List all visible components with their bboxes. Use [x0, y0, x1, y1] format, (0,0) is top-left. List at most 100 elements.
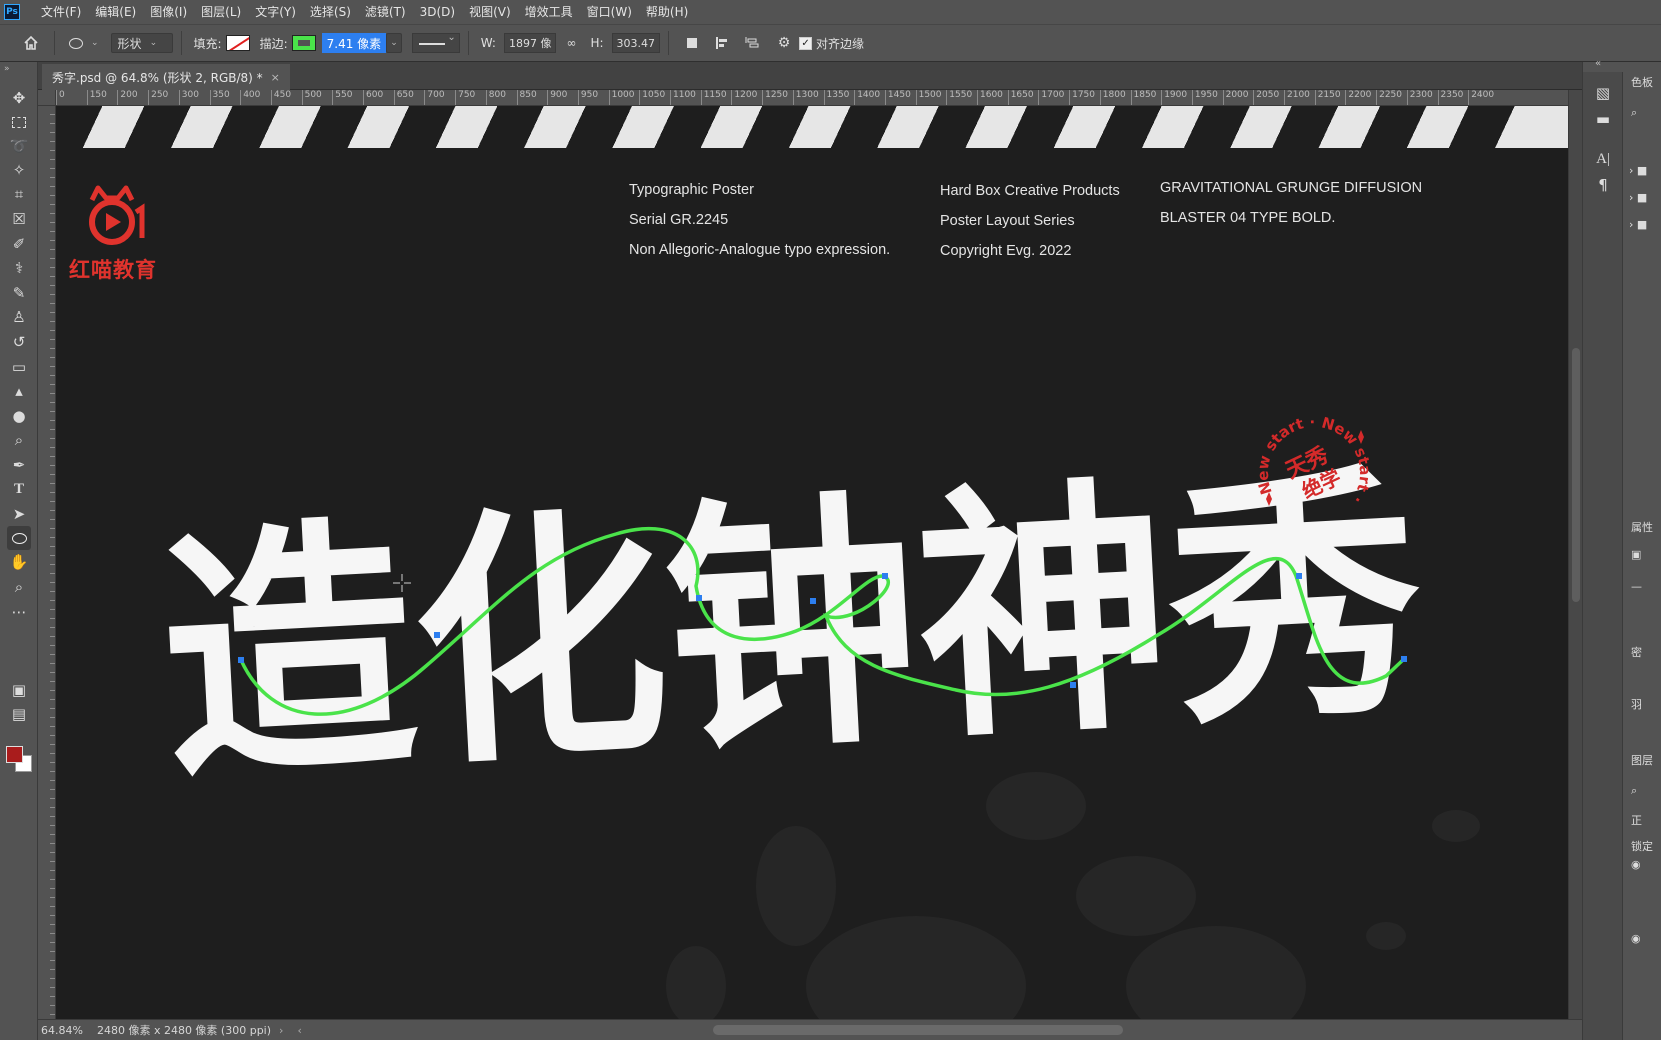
menu-item[interactable]: 图像(I) — [143, 0, 194, 24]
chevron-right-icon[interactable]: › ■ — [1629, 218, 1647, 231]
ruler-tick-label: 2100 — [1284, 90, 1310, 105]
dodge-tool-icon[interactable]: ⌕ — [7, 428, 31, 452]
menu-item[interactable]: 3D(D) — [413, 0, 462, 24]
eyedropper-tool-icon[interactable]: ✐ — [7, 232, 31, 256]
swatches-panel-label[interactable]: 色板 — [1631, 74, 1653, 90]
vertical-scrollbar-thumb[interactable] — [1572, 348, 1580, 602]
density-label: 密 — [1631, 646, 1642, 659]
collapse-icon[interactable]: » — [4, 64, 10, 74]
stroke-width-input[interactable]: 7.41 像素 — [321, 33, 387, 53]
selected-shape-path[interactable] — [56, 106, 1568, 1019]
chevron-right-icon[interactable]: › — [279, 1024, 283, 1037]
ruler-tick-label: 200 — [117, 90, 138, 105]
frame-tool-icon[interactable]: ☒ — [7, 207, 31, 231]
pen-tool-icon[interactable]: ✒ — [7, 453, 31, 477]
menu-item[interactable]: 编辑(E) — [88, 0, 143, 24]
menu-item[interactable]: 视图(V) — [462, 0, 518, 24]
move-tool-icon[interactable]: ✥ — [7, 86, 31, 110]
document-tab[interactable]: 秀字.psd @ 64.8% (形状 2, RGB/8) * × — [42, 64, 290, 90]
foreground-color-swatch[interactable] — [6, 746, 23, 763]
properties-panel-label[interactable]: 属性 — [1631, 519, 1653, 535]
ruler-tick-label: 1650 — [1007, 90, 1034, 105]
zoom-level[interactable]: 64.84% — [41, 1024, 83, 1037]
hand-tool-icon[interactable]: ✋ — [7, 550, 31, 574]
path-arrangement-icon[interactable] — [741, 32, 763, 54]
type-tool-icon[interactable]: T — [7, 477, 31, 501]
zoom-tool-icon[interactable]: ⌕ — [7, 575, 31, 599]
vertical-ruler[interactable] — [38, 106, 56, 1019]
menu-item[interactable]: 增效工具 — [518, 0, 580, 24]
ruler-tick-label: 1300 — [792, 90, 819, 105]
ruler-tick-label: 600 — [363, 90, 383, 105]
height-label: H: — [590, 36, 604, 50]
fill-swatch[interactable] — [225, 35, 250, 51]
clone-stamp-tool-icon[interactable]: ♙ — [7, 305, 31, 329]
menu-item[interactable]: 帮助(H) — [639, 0, 695, 24]
ruler-tick-label: 1150 — [700, 90, 727, 105]
paragraph-panel-icon[interactable]: ¶ — [1592, 174, 1614, 196]
path-alignment-icon[interactable] — [711, 32, 733, 54]
tool-preset-picker[interactable]: ⌄ — [63, 33, 105, 53]
more-tools-icon[interactable]: ⋯ — [7, 600, 31, 624]
collapse-panels-icon[interactable]: « — [1595, 58, 1601, 69]
stroke-type-dropdown[interactable] — [411, 32, 460, 53]
ruler-tick-label: 500 — [301, 90, 322, 105]
tool-mode-select[interactable]: 形状 ⌄ — [110, 33, 173, 53]
crop-tool-icon[interactable]: ⌗ — [7, 182, 31, 206]
height-input[interactable]: 303.47 — [611, 33, 661, 53]
marquee-tool-icon[interactable] — [7, 110, 31, 134]
comments-icon[interactable]: ▬ — [1592, 108, 1614, 130]
healing-brush-tool-icon[interactable]: ⚕ — [7, 256, 31, 280]
link-icon[interactable]: ∞ — [560, 32, 582, 54]
ruler-tick-label: 1900 — [1161, 90, 1187, 105]
chevron-right-icon[interactable]: › ■ — [1629, 164, 1647, 177]
menu-item[interactable]: 文字(Y) — [248, 0, 303, 24]
width-input[interactable]: 1897 像 — [503, 33, 557, 53]
menu-item[interactable]: 滤镜(T) — [358, 0, 413, 24]
blur-tool-icon[interactable]: ● — [7, 404, 31, 428]
ruler-tick-label: 2300 — [1406, 90, 1433, 105]
path-selection-tool-icon[interactable]: ➤ — [7, 502, 31, 526]
chevron-right-icon[interactable]: › ■ — [1629, 191, 1647, 204]
screen-mode-icon[interactable]: ▤ — [7, 702, 31, 726]
ruler-tick-label: 1000 — [608, 90, 635, 105]
ellipse-tool-icon[interactable] — [7, 526, 31, 550]
align-edges-checkbox[interactable]: ✓ — [799, 36, 813, 50]
search-icon[interactable]: ⌕ — [1631, 106, 1637, 120]
quick-mask-icon[interactable]: ▣ — [7, 678, 31, 702]
document-info: 2480 像素 x 2480 像素 (300 ppi) — [96, 1024, 272, 1037]
menu-item[interactable]: 窗口(W) — [580, 0, 639, 24]
horizontal-scrollbar-thumb[interactable] — [713, 1025, 1123, 1035]
home-icon[interactable] — [20, 32, 42, 54]
scroll-left-icon[interactable]: ‹ — [297, 1024, 301, 1037]
menu-item[interactable]: 图层(L) — [194, 0, 248, 24]
properties-shape-icon[interactable]: ▣ — [1631, 548, 1641, 561]
ruler-tick-label: 750 — [455, 90, 475, 105]
menu-item[interactable]: 文件(F) — [34, 0, 88, 24]
character-panel-icon[interactable]: A| — [1592, 148, 1614, 170]
blend-mode-select[interactable]: 正 — [1631, 812, 1642, 828]
ruler-origin[interactable] — [38, 90, 56, 106]
path-operations-icon[interactable] — [681, 32, 703, 54]
menu-item[interactable]: 选择(S) — [303, 0, 358, 24]
stroke-width-dropdown[interactable]: ⌄ — [386, 33, 402, 53]
eye-icon[interactable]: ◉ — [1631, 932, 1641, 945]
vertical-scrollbar[interactable] — [1568, 90, 1582, 1019]
gear-icon[interactable]: ⚙ — [773, 32, 795, 54]
stroke-swatch[interactable] — [291, 35, 316, 51]
lasso-tool-icon[interactable]: ➰ — [7, 134, 31, 158]
paint-bucket-tool-icon[interactable]: ▴ — [7, 379, 31, 403]
libraries-icon[interactable]: ▧ — [1592, 82, 1614, 104]
collapsed-panels-edge: 色板 ⌕ › ■ › ■ › ■ 属性 ▣ — 密 羽 图层 ⌕ 正 锁定 ◉ … — [1627, 72, 1661, 1040]
close-icon[interactable]: × — [271, 71, 280, 84]
layers-panel-label[interactable]: 图层 — [1631, 752, 1653, 768]
history-brush-tool-icon[interactable]: ↺ — [7, 330, 31, 354]
search-icon[interactable]: ⌕ — [1631, 784, 1637, 798]
horizontal-ruler[interactable]: 0 150 200 250 300 350 400 450 500 550 600 650 700 750… — [56, 90, 1568, 106]
eraser-tool-icon[interactable]: ▭ — [7, 355, 31, 379]
brush-tool-icon[interactable]: ✎ — [7, 281, 31, 305]
magic-wand-tool-icon[interactable]: ✧ — [7, 158, 31, 182]
document-canvas[interactable]: 红喵教育 Typographic Poster Serial GR.2245 N… — [56, 106, 1568, 1019]
stroke-preview-icon[interactable]: — — [1631, 580, 1642, 593]
eye-icon[interactable]: ◉ — [1631, 858, 1641, 871]
